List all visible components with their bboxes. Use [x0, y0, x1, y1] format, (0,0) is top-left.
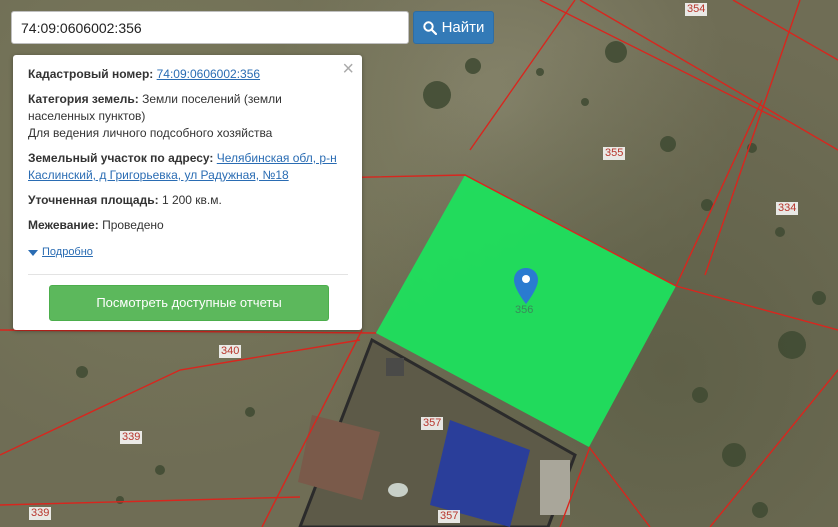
area-value: 1 200 кв.м. [161, 193, 222, 207]
category-label: Категория земель: [28, 92, 139, 106]
plot-label: 355 [603, 147, 626, 160]
plot-label: 357 [421, 417, 444, 430]
cadastral-label: Кадастровый номер: [28, 67, 154, 81]
cadastral-row: Кадастровый номер: 74:09:0606002:356 [28, 66, 348, 83]
survey-row: Межевание: Проведено [28, 217, 348, 234]
cadastral-link[interactable]: 74:09:0606002:356 [157, 67, 260, 81]
category-row: Категория земель: Земли поселений (земли… [28, 91, 348, 142]
plot-label: 340 [219, 345, 242, 358]
address-label: Земельный участок по адресу: [28, 151, 214, 165]
search-input[interactable] [11, 11, 409, 44]
view-reports-button[interactable]: Посмотреть доступные отчеты [49, 285, 329, 321]
search-button-label: Найти [441, 19, 485, 36]
parcel-info-panel: × Кадастровый номер: 74:09:0606002:356 К… [13, 55, 362, 330]
plot-label: 357 [438, 510, 461, 523]
search-icon [422, 20, 437, 35]
area-label: Уточненная площадь: [28, 193, 159, 207]
address-row: Земельный участок по адресу: Челябинская… [28, 150, 348, 184]
divider [28, 274, 348, 275]
plot-label: 339 [120, 431, 143, 444]
details-link[interactable]: Подробно [42, 244, 93, 261]
plot-label: 334 [776, 202, 799, 215]
area-row: Уточненная площадь: 1 200 кв.м. [28, 192, 348, 209]
plot-label: 339 [29, 507, 52, 520]
selected-plot-label: 356 [515, 304, 534, 316]
usage-value: Для ведения личного подсобного хозяйства [28, 126, 273, 140]
caret-down-icon [28, 249, 38, 256]
survey-label: Межевание: [28, 218, 99, 232]
details-toggle[interactable]: Подробно [28, 244, 348, 261]
close-icon[interactable]: × [342, 59, 354, 79]
plot-label: 354 [685, 3, 708, 16]
survey-value: Проведено [102, 218, 164, 232]
search-button[interactable]: Найти [413, 11, 494, 44]
